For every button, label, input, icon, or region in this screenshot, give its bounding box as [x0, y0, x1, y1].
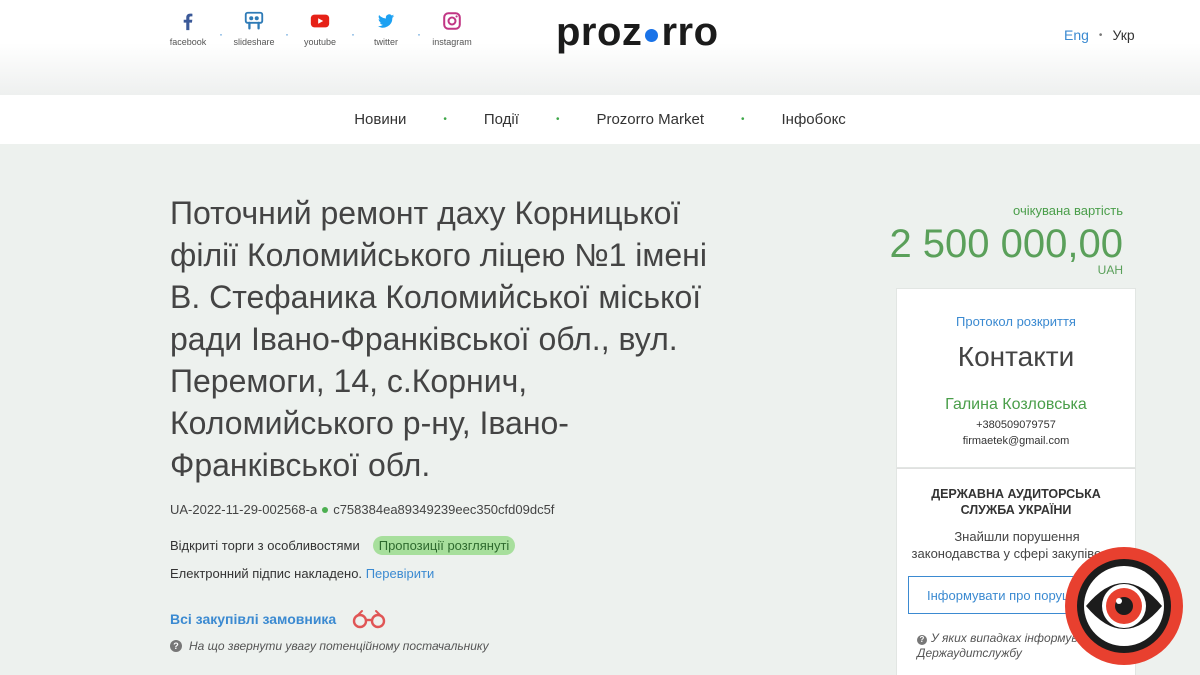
- tender-id: UA-2022-11-29-002568-a: [170, 502, 318, 517]
- audit-title-line: ДЕРЖАВНА АУДИТОРСЬКА: [931, 487, 1101, 501]
- social-links: facebook · slideshare · youtube · twitte…: [165, 10, 475, 47]
- status-dot: [322, 506, 329, 513]
- tender-title: Поточний ремонт даху Корницької філії Ко…: [170, 195, 707, 483]
- contacts-title: Контакти: [957, 341, 1075, 372]
- separator-dot: •: [555, 114, 560, 125]
- question-icon: ?: [917, 634, 927, 645]
- expected-value-currency: UAH: [1097, 263, 1123, 277]
- logo-text-left: proz: [556, 10, 643, 54]
- twitter-icon: [377, 14, 395, 28]
- all-purchases-row: Всі закупівлі замовника: [170, 608, 390, 630]
- social-label: slideshare: [233, 37, 275, 47]
- separator-dot: ·: [417, 27, 421, 41]
- signature-text: Електронний підпис накладено.: [170, 566, 363, 581]
- question-icon: ?: [170, 640, 182, 652]
- contact-name: Галина Козловська: [945, 396, 1087, 413]
- procedure-type: Відкриті торги з особливостями: [170, 538, 360, 553]
- youtube-icon: [310, 14, 330, 28]
- social-label: instagram: [432, 37, 472, 47]
- separator-dot: ·: [351, 27, 355, 41]
- social-label: facebook: [169, 37, 207, 47]
- top-header: facebook · slideshare · youtube · twitte…: [0, 0, 1200, 95]
- separator-dot: ·: [219, 27, 223, 41]
- prozorro-logo[interactable]: proz rro: [556, 6, 719, 58]
- social-instagram[interactable]: instagram: [429, 10, 475, 47]
- language-switcher: Eng • Укр: [1064, 27, 1135, 43]
- social-label: youtube: [303, 37, 337, 47]
- protocol-link[interactable]: Протокол розкриття: [897, 314, 1135, 329]
- social-twitter[interactable]: twitter: [363, 10, 409, 47]
- audit-title: ДЕРЖАВНА АУДИТОРСЬКА СЛУЖБА УКРАЇНИ: [897, 486, 1135, 518]
- main-nav: Новини • Події • Prozorro Market • Інфоб…: [0, 95, 1200, 144]
- contact-email: firmaetek@gmail.com: [962, 435, 1070, 447]
- status-badge: Пропозиції розглянуті: [372, 536, 516, 555]
- tender-hash: c758384ea89349239eec350cfd09dc5f: [333, 502, 555, 517]
- expected-value-amount: 2 500 000,00: [889, 222, 1123, 266]
- contact-phone: +380509079757: [976, 419, 1056, 431]
- expected-value-label: очікувана вартість: [1013, 203, 1123, 218]
- all-purchases-link[interactable]: Всі закупівлі замовника: [170, 611, 336, 627]
- supplier-note-text: На що звернути увагу потенційному постач…: [189, 639, 489, 653]
- instagram-icon: [443, 12, 461, 30]
- verify-link[interactable]: Перевірити: [366, 566, 435, 581]
- lang-eng-link[interactable]: Eng: [1064, 27, 1089, 43]
- signature-row: Електронний підпис накладено. Перевірити: [170, 566, 434, 581]
- social-facebook[interactable]: facebook: [165, 10, 211, 47]
- separator-dot: •: [1098, 29, 1103, 41]
- audit-text-line: Знайшли порушення: [954, 529, 1080, 544]
- separator-dot: ·: [285, 27, 289, 41]
- contacts-card: Протокол розкриття Контакти Галина Козло…: [896, 288, 1136, 468]
- eye-widget-icon[interactable]: [1064, 546, 1184, 666]
- separator-dot: •: [443, 114, 447, 125]
- nav-news[interactable]: Новини: [354, 111, 406, 128]
- social-label: twitter: [373, 37, 398, 47]
- nav-events[interactable]: Події: [484, 111, 519, 128]
- slideshare-icon: [244, 11, 264, 30]
- nav-market[interactable]: Prozorro Market: [596, 111, 704, 128]
- audit-title-line: СЛУЖБА УКРАЇНИ: [960, 503, 1072, 517]
- tender-ids: UA-2022-11-29-002568-a c758384ea89349239…: [170, 502, 554, 517]
- nav-infobox[interactable]: Інфобокс: [782, 111, 846, 128]
- facebook-icon: [183, 13, 193, 31]
- supplier-note[interactable]: ? На що звернути увагу потенційному пост…: [170, 639, 489, 653]
- logo-dot: [645, 28, 659, 42]
- logo-text-right: rro: [661, 10, 719, 54]
- social-youtube[interactable]: youtube: [297, 10, 343, 47]
- procedure-row: Відкриті торги з особливостями Пропозиці…: [170, 536, 516, 555]
- social-slideshare[interactable]: slideshare: [231, 10, 277, 47]
- lang-ukr-link[interactable]: Укр: [1112, 27, 1134, 43]
- binoculars-icon: [353, 610, 386, 629]
- separator-dot: •: [740, 114, 745, 125]
